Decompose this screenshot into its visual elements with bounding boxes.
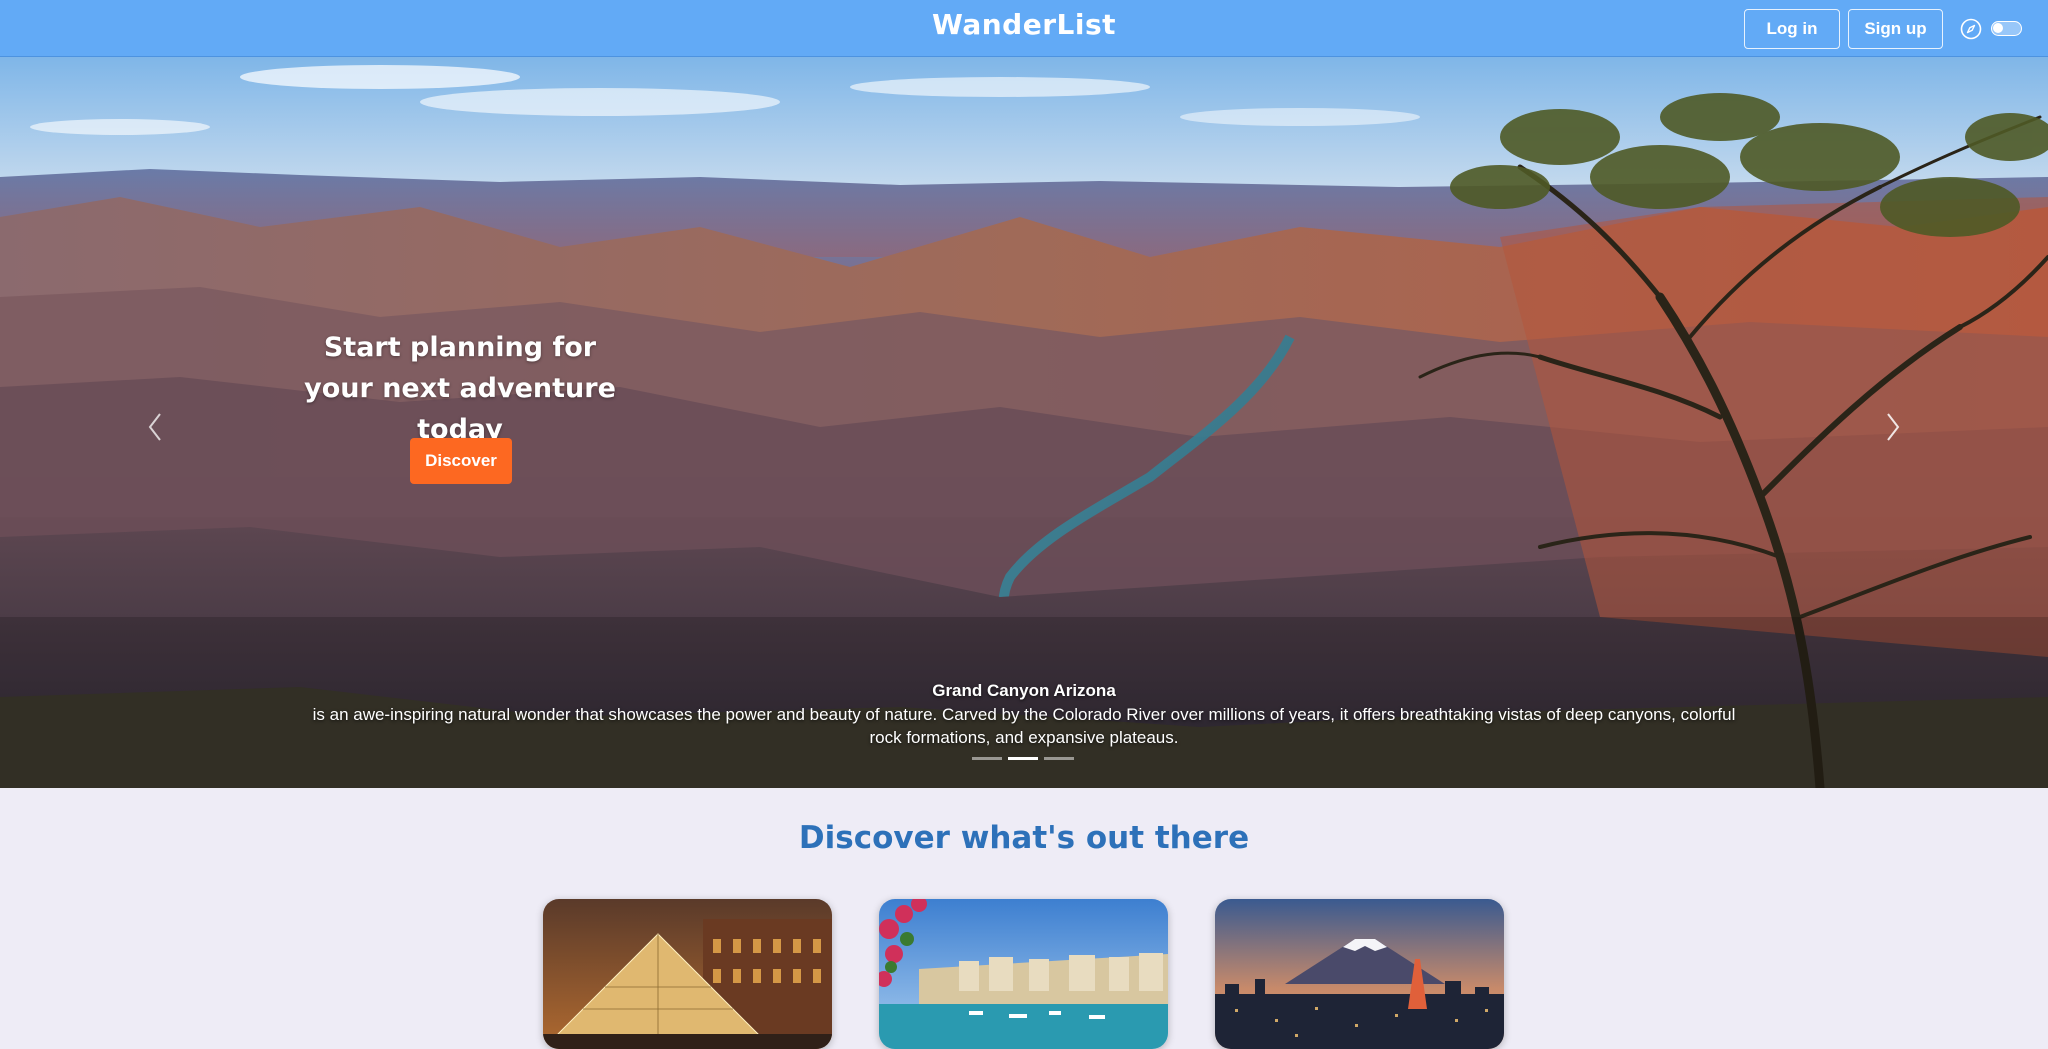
theme-toggle[interactable] <box>1991 21 2022 36</box>
caption-text: is an awe-inspiring natural wonder that … <box>312 705 1736 747</box>
hero-headline: Start planning for your next adventure t… <box>304 332 616 445</box>
carousel-indicators <box>972 757 1074 760</box>
carousel-indicator[interactable] <box>1044 757 1074 760</box>
chevron-right-icon[interactable] <box>1878 402 1908 452</box>
compass-icon[interactable] <box>1960 18 1982 40</box>
section-title: Discover what's out there <box>798 820 1250 856</box>
brand-logo[interactable]: WanderList <box>0 8 2048 41</box>
slide-caption: Grand Canyon Arizona is an awe-inspiring… <box>300 679 1748 749</box>
carousel-indicator[interactable] <box>972 757 1002 760</box>
mount-fuji-city-skyline-photo <box>1215 899 1504 1049</box>
login-button[interactable]: Log in <box>1744 9 1840 49</box>
chevron-left-icon[interactable] <box>140 402 170 452</box>
discover-button[interactable]: Discover <box>410 438 512 484</box>
caption-title: Grand Canyon Arizona <box>932 681 1116 700</box>
carousel-indicator-active[interactable] <box>1008 757 1038 760</box>
top-navbar: WanderList Log in Sign up <box>0 0 2048 57</box>
hero-carousel: Start planning for your next adventure t… <box>0 57 2048 788</box>
toggle-knob <box>1993 23 2003 33</box>
signup-button[interactable]: Sign up <box>1848 9 1943 49</box>
destination-card[interactable] <box>1215 899 1504 1049</box>
louvre-pyramid-night-photo <box>543 899 832 1049</box>
destination-card[interactable] <box>543 899 832 1049</box>
coastal-harbor-town-photo <box>879 899 1168 1049</box>
destination-card[interactable] <box>879 899 1168 1049</box>
